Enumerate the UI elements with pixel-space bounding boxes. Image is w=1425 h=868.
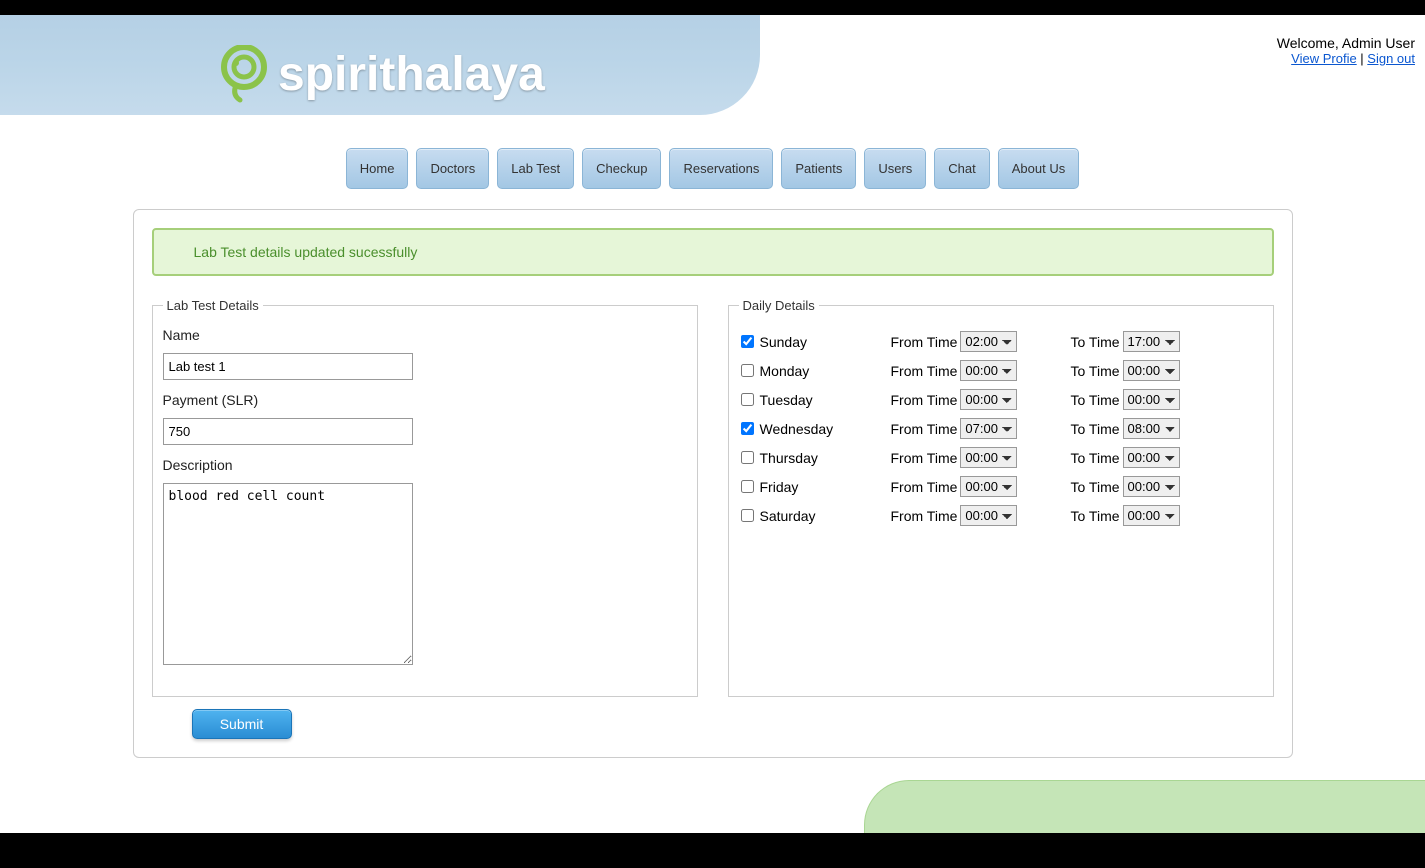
from-time-label: From Time xyxy=(891,392,958,408)
daily-row: MondayFrom Time00:00To Time00:00 xyxy=(739,356,1263,385)
day-name: Tuesday xyxy=(760,392,813,408)
daily-legend: Daily Details xyxy=(739,298,819,313)
day-checkbox[interactable] xyxy=(741,509,754,522)
daily-row: Sunday From Time02:00 To Time17:00 xyxy=(739,327,1263,356)
brand-name: spirithalaya xyxy=(278,47,545,102)
from-time-select[interactable]: 00:00 xyxy=(960,389,1017,410)
from-time-label: From Time xyxy=(891,479,958,495)
daily-row: ThursdayFrom Time00:00To Time00:00 xyxy=(739,443,1263,472)
daily-details-fieldset: Daily Details SundayFrom Time02:00To Tim… xyxy=(728,298,1274,697)
desc-label: Description xyxy=(163,457,687,473)
to-time-select[interactable]: 00:00 xyxy=(1123,447,1180,468)
window-top-bar xyxy=(0,0,1425,15)
day-checkbox[interactable] xyxy=(741,364,754,377)
desc-textarea[interactable] xyxy=(163,483,413,665)
to-time-label: To Time xyxy=(1071,334,1120,350)
from-time-select[interactable]: 00:00 xyxy=(960,505,1017,526)
daily-row: SaturdayFrom Time00:00To Time00:00 xyxy=(739,501,1263,530)
logo: spirithalaya xyxy=(218,45,545,103)
to-time-select[interactable]: 00:00 xyxy=(1123,476,1180,497)
day-checkbox[interactable] xyxy=(741,335,754,348)
to-time-label: To Time xyxy=(1071,421,1120,437)
day-checkbox[interactable] xyxy=(741,480,754,493)
success-message: Lab Test details updated sucessfully xyxy=(152,228,1274,276)
nav-patients[interactable]: Patients xyxy=(781,148,856,189)
nav-reservations[interactable]: Reservations xyxy=(669,148,773,189)
name-input[interactable] xyxy=(163,353,413,380)
nav-about[interactable]: About Us xyxy=(998,148,1079,189)
day-checkbox[interactable] xyxy=(741,451,754,464)
name-field-group: Name xyxy=(163,327,687,380)
name-label: Name xyxy=(163,327,687,343)
user-info: Welcome, Admin User View Profie | Sign o… xyxy=(1277,35,1415,66)
day-name: Friday xyxy=(760,479,799,495)
day-name: Thursday xyxy=(760,450,818,466)
to-time-select[interactable]: 08:00 xyxy=(1123,418,1180,439)
page-header: spirithalaya Welcome, Admin User View Pr… xyxy=(0,15,1425,115)
main-content: Lab Test details updated sucessfully Lab… xyxy=(133,209,1293,758)
sep: | xyxy=(1357,51,1368,66)
to-time-select[interactable]: 00:00 xyxy=(1123,505,1180,526)
day-name: Monday xyxy=(760,363,810,379)
from-time-select[interactable]: 00:00 xyxy=(960,360,1017,381)
main-nav: Home Doctors Lab Test Checkup Reservatio… xyxy=(0,148,1425,189)
nav-doctors[interactable]: Doctors xyxy=(416,148,489,189)
day-name: Wednesday xyxy=(760,421,834,437)
daily-row: TuesdayFrom Time00:00To Time00:00 xyxy=(739,385,1263,414)
day-name: Saturday xyxy=(760,508,816,524)
from-time-select[interactable]: 00:00 xyxy=(960,447,1017,468)
from-time-select[interactable]: 00:00 xyxy=(960,476,1017,497)
from-time-label: From Time xyxy=(891,334,958,350)
payment-label: Payment (SLR) xyxy=(163,392,687,408)
sign-out-link[interactable]: Sign out xyxy=(1367,51,1415,66)
day-checkbox[interactable] xyxy=(741,393,754,406)
payment-input[interactable] xyxy=(163,418,413,445)
from-time-label: From Time xyxy=(891,450,958,466)
desc-field-group: Description xyxy=(163,457,687,668)
nav-chat[interactable]: Chat xyxy=(934,148,989,189)
labtest-legend: Lab Test Details xyxy=(163,298,263,313)
nav-home[interactable]: Home xyxy=(346,148,409,189)
footer-decoration xyxy=(864,780,1425,833)
from-time-select[interactable]: 07:00 xyxy=(960,418,1017,439)
nav-users[interactable]: Users xyxy=(864,148,926,189)
daily-row: FridayFrom Time00:00To Time00:00 xyxy=(739,472,1263,501)
daily-row: Wednesday From Time07:00 To Time08:00 xyxy=(739,414,1263,443)
form-columns: Lab Test Details Name Payment (SLR) Desc… xyxy=(152,298,1274,697)
view-profile-link[interactable]: View Profie xyxy=(1291,51,1357,66)
nav-checkup[interactable]: Checkup xyxy=(582,148,661,189)
welcome-text: Welcome, Admin User xyxy=(1277,35,1415,51)
submit-button[interactable]: Submit xyxy=(192,709,292,739)
day-name: Sunday xyxy=(760,334,807,350)
to-time-select[interactable]: 00:00 xyxy=(1123,389,1180,410)
from-time-label: From Time xyxy=(891,508,958,524)
to-time-select[interactable]: 00:00 xyxy=(1123,360,1180,381)
day-checkbox[interactable] xyxy=(741,422,754,435)
to-time-label: To Time xyxy=(1071,479,1120,495)
payment-field-group: Payment (SLR) xyxy=(163,392,687,445)
from-time-label: From Time xyxy=(891,363,958,379)
labtest-details-fieldset: Lab Test Details Name Payment (SLR) Desc… xyxy=(152,298,698,697)
daily-rows-container: SundayFrom Time02:00To Time17:00MondayFr… xyxy=(739,327,1263,530)
to-time-select[interactable]: 17:00 xyxy=(1123,331,1180,352)
window-bottom-bar xyxy=(0,833,1425,868)
from-time-label: From Time xyxy=(891,421,958,437)
to-time-label: To Time xyxy=(1071,450,1120,466)
nav-labtest[interactable]: Lab Test xyxy=(497,148,574,189)
logo-icon xyxy=(218,45,270,103)
from-time-select[interactable]: 02:00 xyxy=(960,331,1017,352)
to-time-label: To Time xyxy=(1071,392,1120,408)
to-time-label: To Time xyxy=(1071,508,1120,524)
to-time-label: To Time xyxy=(1071,363,1120,379)
